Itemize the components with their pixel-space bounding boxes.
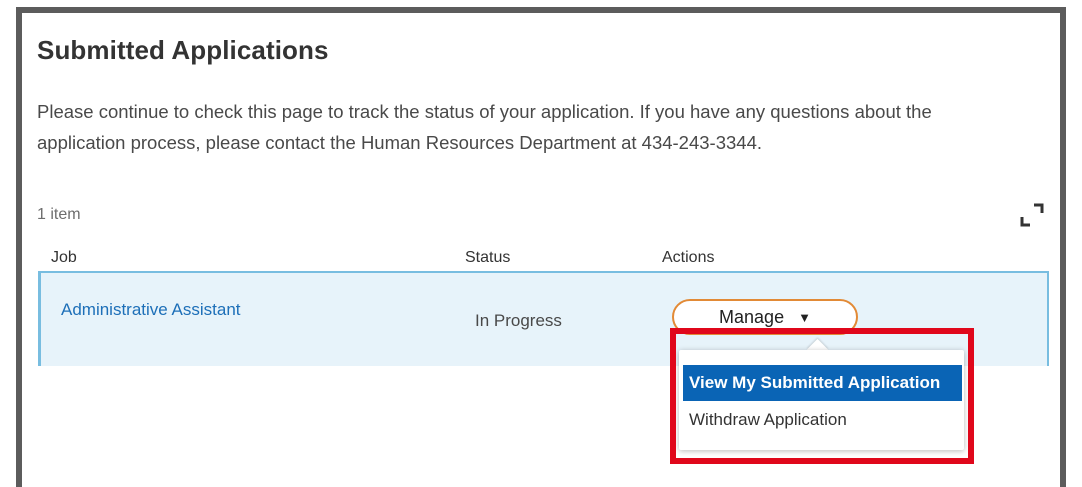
- job-link[interactable]: Administrative Assistant: [61, 300, 241, 320]
- column-header-status[interactable]: Status: [465, 249, 510, 267]
- manage-button-label: Manage: [719, 307, 785, 327]
- caret-down-icon: ▼: [798, 310, 811, 325]
- column-header-actions: Actions: [662, 249, 715, 266]
- column-header-job[interactable]: Job: [51, 249, 77, 267]
- annotation-highlight-box: [670, 328, 974, 464]
- page-description: Please continue to check this page to tr…: [37, 101, 932, 153]
- expand-icon[interactable]: [1020, 203, 1044, 227]
- page-title: Submitted Applications: [37, 35, 329, 65]
- status-text: In Progress: [475, 311, 562, 330]
- item-count: 1 item: [37, 206, 81, 223]
